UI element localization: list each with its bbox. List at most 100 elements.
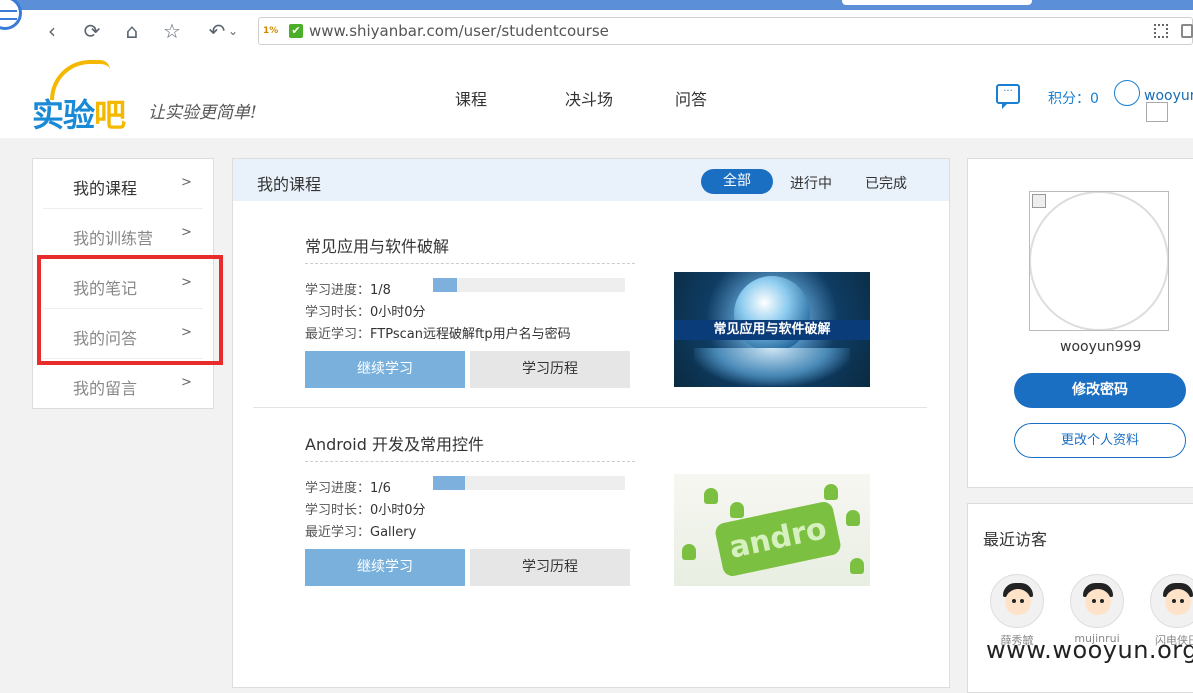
duration-row: 学习时长：0小时0分 <box>305 301 426 320</box>
course-card: 常见应用与软件破解 学习进度：1/8 学习时长：0小时0分 最近学习：FTPsc… <box>233 217 949 417</box>
recent-lesson-link[interactable]: FTPscan远程破解ftp用户名与密码 <box>370 327 571 342</box>
sidebar-item-label: 我的留言 <box>73 379 138 398</box>
duration-value: 0小时0分 <box>370 503 426 518</box>
points-display[interactable]: 积分：0 <box>1048 88 1099 108</box>
star-icon[interactable]: ☆ <box>160 19 184 43</box>
avatar-face <box>1165 589 1191 615</box>
avatar-face <box>1085 589 1111 615</box>
dashed-divider <box>305 263 635 264</box>
panel-header: 我的课程 全部 进行中 已完成 <box>233 159 949 201</box>
logo-text-accent: 吧 <box>94 96 126 134</box>
sidebar-item-label: 我的课程 <box>73 179 138 198</box>
duration-label: 学习时长： <box>305 305 371 320</box>
android-robot-icon <box>824 484 838 500</box>
browser-logo-icon <box>0 0 22 30</box>
course-thumbnail[interactable]: 常见应用与软件破解 <box>674 272 870 387</box>
undo-dropdown-icon[interactable]: ⌄ <box>226 19 240 43</box>
page-tool-icon[interactable] <box>1181 24 1193 38</box>
android-robot-icon <box>682 544 696 560</box>
course-title[interactable]: 常见应用与软件破解 <box>305 233 449 257</box>
browser-tab[interactable] <box>842 0 1032 5</box>
progress-fill <box>433 278 457 292</box>
filter-tab-in-progress[interactable]: 进行中 <box>790 173 832 193</box>
qr-code-icon[interactable] <box>1154 24 1168 38</box>
nav-courses[interactable]: 课程 <box>455 86 487 110</box>
slogan: 让实验更简单! <box>148 103 257 123</box>
progress-label: 学习进度： <box>305 283 371 298</box>
continue-learning-button[interactable]: 继续学习 <box>305 351 465 388</box>
duration-row: 学习时长：0小时0分 <box>305 499 426 518</box>
recent-row: 最近学习：FTPscan远程破解ftp用户名与密码 <box>305 323 571 342</box>
avatar-eye <box>1172 599 1176 603</box>
filter-tab-completed[interactable]: 已完成 <box>865 173 907 193</box>
broken-image-icon <box>1146 102 1168 122</box>
nav-duel-arena[interactable]: 决斗场 <box>565 86 613 110</box>
progress-label: 学习进度： <box>305 481 371 496</box>
site-favicon-icon: 1% <box>263 26 279 36</box>
android-robot-icon <box>704 488 718 504</box>
avatar-eye <box>1092 599 1096 603</box>
sidebar-item-my-courses[interactable]: 我的课程 > <box>43 159 203 209</box>
secure-check-icon: ✔ <box>289 24 303 38</box>
course-panel: 我的课程 全部 进行中 已完成 常见应用与软件破解 学习进度：1/8 学习时长：… <box>232 158 950 688</box>
learning-history-button[interactable]: 学习历程 <box>470 351 630 388</box>
course-title[interactable]: Android 开发及常用控件 <box>305 431 484 455</box>
duration-label: 学习时长： <box>305 503 371 518</box>
learning-history-button[interactable]: 学习历程 <box>470 549 630 586</box>
android-robot-icon <box>730 502 744 518</box>
broken-image-icon <box>1029 191 1169 331</box>
visitor-avatar[interactable] <box>1070 574 1124 628</box>
android-robot-icon <box>850 558 864 574</box>
chevron-right-icon: > <box>181 175 192 190</box>
recent-visitors-card: 最近访客 薛秀毓 mujinrui 闪电侠巴 <box>967 503 1193 693</box>
hands-graphic <box>694 348 850 386</box>
logo-text: 实验吧 <box>32 90 126 136</box>
visitor-avatar[interactable] <box>990 574 1044 628</box>
recent-visitors-title: 最近访客 <box>983 530 1048 549</box>
progress-value: 1/6 <box>370 481 391 496</box>
thumbnail-caption: 常见应用与软件破解 <box>674 320 870 340</box>
course-divider <box>253 407 927 408</box>
avatar-eye <box>1020 599 1024 603</box>
continue-learning-button[interactable]: 继续学习 <box>305 549 465 586</box>
message-icon[interactable]: ··· <box>996 84 1020 109</box>
sidebar-item-my-training-camp[interactable]: 我的训练营 > <box>43 209 203 259</box>
visitor-avatar[interactable] <box>1150 574 1193 628</box>
avatar-eye <box>1100 599 1104 603</box>
sidebar-item-label: 我的训练营 <box>73 229 154 248</box>
back-icon[interactable]: ‹ <box>40 19 64 43</box>
filter-tab-all[interactable]: 全部 <box>701 169 773 194</box>
site-logo[interactable]: 实验吧 <box>32 60 132 134</box>
globe-graphic <box>734 276 810 352</box>
android-robot-icon <box>846 510 860 526</box>
change-password-button[interactable]: 修改密码 <box>1014 373 1186 408</box>
avatar-eye <box>1012 599 1016 603</box>
logo-text-main: 实验 <box>32 96 95 134</box>
progress-row: 学习进度：1/6 <box>305 477 391 496</box>
dashed-divider <box>305 461 635 462</box>
site-header: 实验吧 让实验更简单! 课程 决斗场 问答 ··· 积分：0 wooyun <box>0 54 1193 138</box>
course-thumbnail[interactable]: andro <box>674 474 870 586</box>
recent-row: 最近学习：Gallery <box>305 521 416 540</box>
duration-value: 0小时0分 <box>370 305 426 320</box>
refresh-icon[interactable]: ⟳ <box>80 19 104 43</box>
watermark-text: www.wooyun.org <box>986 636 1193 664</box>
profile-username: wooyun999 <box>1060 339 1142 355</box>
profile-card: wooyun999 修改密码 更改个人资料 <box>967 158 1193 488</box>
recent-lesson-link[interactable]: Gallery <box>370 525 416 540</box>
progress-value: 1/8 <box>370 283 391 298</box>
nav-qa[interactable]: 问答 <box>675 86 707 110</box>
progress-fill <box>433 476 466 490</box>
user-avatar[interactable] <box>1114 80 1140 106</box>
recent-label: 最近学习： <box>305 327 371 342</box>
url-text[interactable]: www.shiyanbar.com/user/studentcourse <box>309 22 609 40</box>
browser-toolbar: ‹ ⟳ ⌂ ☆ ↶ ⌄ 1% ✔ www.shiyanbar.com/user/… <box>0 0 1193 54</box>
avatar-face <box>1005 589 1031 615</box>
home-icon[interactable]: ⌂ <box>120 19 144 43</box>
sidebar-item-my-messages[interactable]: 我的留言 > <box>43 359 203 409</box>
edit-profile-button[interactable]: 更改个人资料 <box>1014 423 1186 458</box>
address-bar[interactable]: 1% ✔ www.shiyanbar.com/user/studentcours… <box>258 17 1193 45</box>
progress-bar <box>433 278 625 292</box>
progress-bar <box>433 476 625 490</box>
highlight-annotation-box <box>37 255 223 365</box>
